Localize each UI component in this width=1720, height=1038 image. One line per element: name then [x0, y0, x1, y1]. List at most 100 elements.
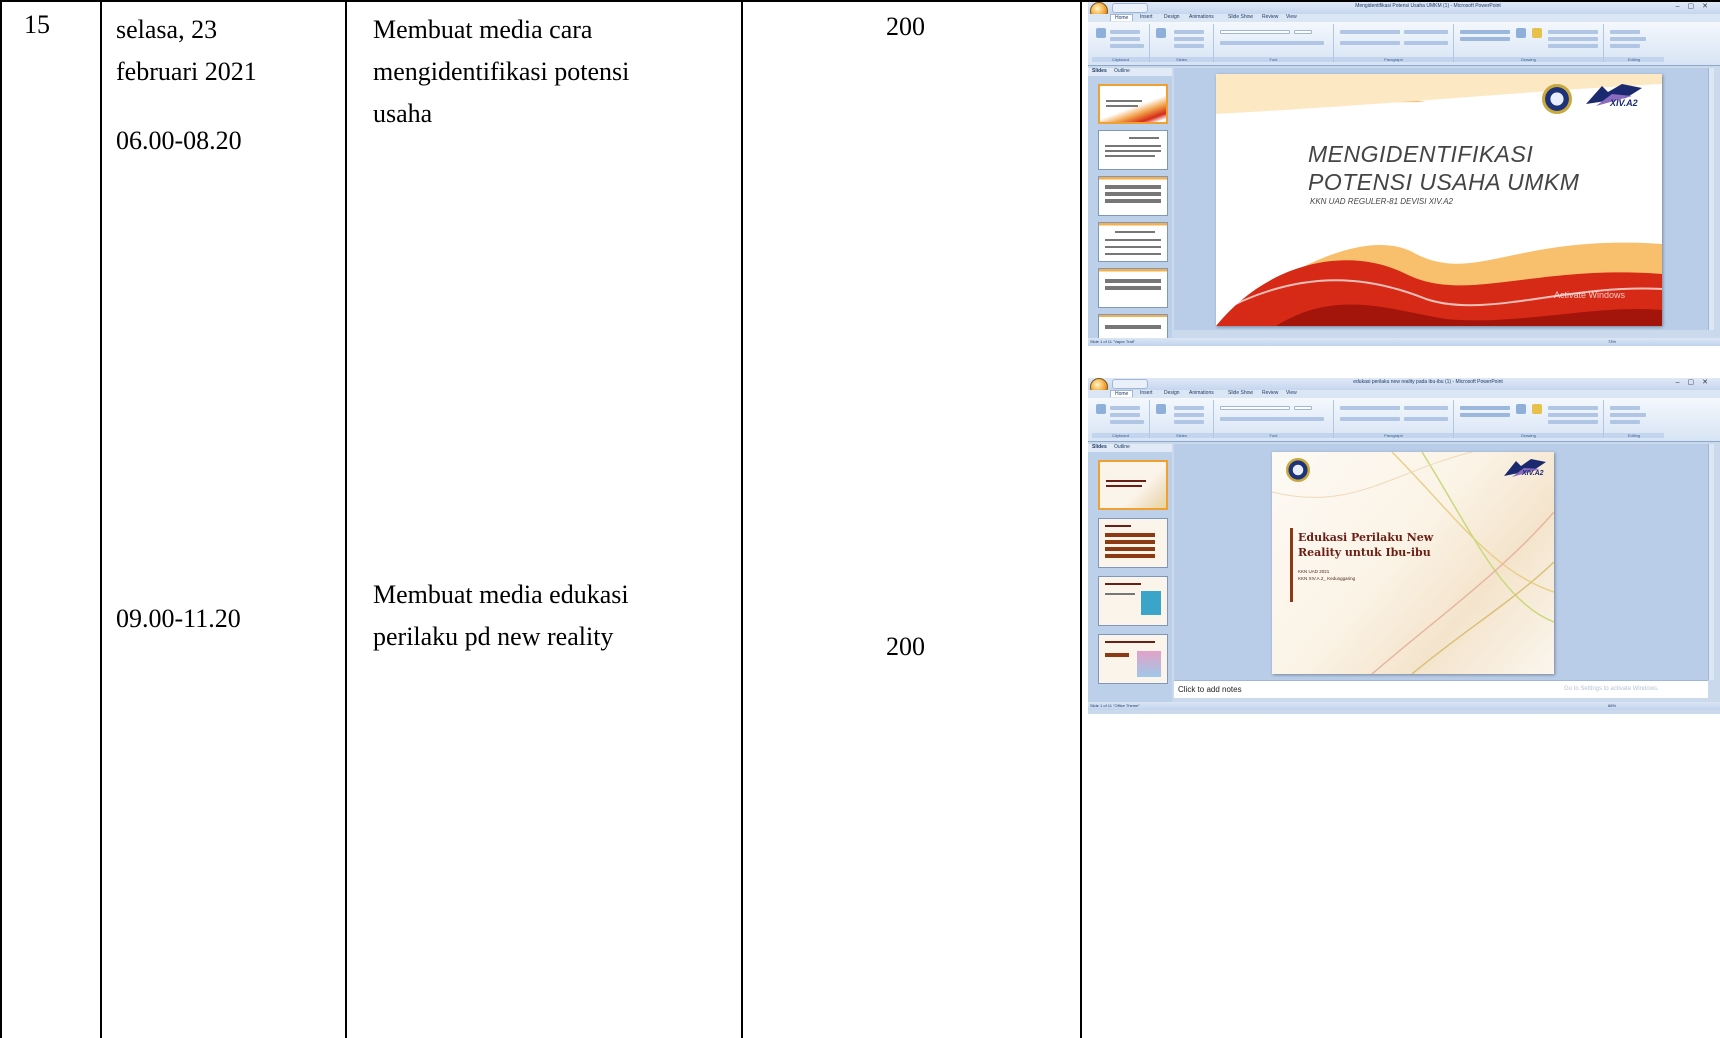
tab-design[interactable]: Design [1164, 390, 1180, 396]
font-name-box[interactable] [1220, 406, 1290, 410]
thumbnail-4[interactable] [1098, 634, 1168, 684]
tab-insert[interactable]: Insert [1140, 390, 1153, 396]
shapes-gallery[interactable] [1460, 30, 1510, 34]
new-slide-icon[interactable] [1156, 28, 1166, 38]
font-format-buttons[interactable] [1220, 41, 1324, 45]
vertical-scrollbar[interactable] [1708, 444, 1714, 680]
select-button[interactable] [1610, 44, 1640, 48]
delete-button[interactable] [1174, 420, 1204, 424]
status-bar: Slide 1 of 11 "Vapor Trail" 73% [1088, 338, 1720, 346]
smartart-button[interactable] [1404, 417, 1448, 421]
group-label: Slides [1150, 433, 1213, 438]
format-painter-button[interactable] [1110, 420, 1144, 424]
vertical-scrollbar[interactable] [1708, 68, 1714, 330]
tab-slides[interactable]: Slides [1092, 68, 1107, 74]
format-painter-button[interactable] [1110, 44, 1144, 48]
tab-design[interactable]: Design [1164, 14, 1180, 20]
window-controls[interactable]: –▢✕ [1676, 378, 1716, 386]
find-button[interactable] [1610, 406, 1640, 410]
thumbnail-3[interactable] [1098, 176, 1168, 216]
tab-animations[interactable]: Animations [1189, 14, 1214, 20]
align-buttons[interactable] [1340, 417, 1400, 421]
arrange-icon[interactable] [1516, 404, 1526, 414]
shape-effects-button[interactable] [1548, 44, 1598, 48]
font-format-buttons[interactable] [1220, 417, 1324, 421]
find-button[interactable] [1610, 30, 1640, 34]
layout-button[interactable] [1174, 30, 1204, 34]
text-direction-button[interactable] [1404, 30, 1448, 34]
tab-view[interactable]: View [1286, 14, 1297, 20]
shape-outline-button[interactable] [1548, 37, 1598, 41]
tab-review[interactable]: Review [1262, 390, 1278, 396]
reset-button[interactable] [1174, 413, 1204, 417]
delete-button[interactable] [1174, 44, 1204, 48]
font-size-box[interactable] [1294, 30, 1312, 34]
thumbnail-1[interactable] [1098, 460, 1168, 510]
shape-fill-button[interactable] [1548, 30, 1598, 34]
select-button[interactable] [1610, 420, 1640, 424]
thumbnail-3[interactable] [1098, 576, 1168, 626]
cut-button[interactable] [1110, 30, 1140, 34]
copy-button[interactable] [1110, 413, 1140, 417]
replace-button[interactable] [1610, 37, 1646, 41]
reset-button[interactable] [1174, 37, 1204, 41]
quick-styles-icon[interactable] [1532, 28, 1542, 38]
powerpoint-screenshot-2: edukasi perilaku new reality pada ibu-ib… [1088, 378, 1720, 714]
col-divider-4 [1080, 0, 1082, 1038]
thumb-line [1105, 540, 1155, 544]
tab-home[interactable]: Home [1110, 390, 1134, 397]
tab-view[interactable]: View [1286, 390, 1297, 396]
cut-button[interactable] [1110, 406, 1140, 410]
paste-icon[interactable] [1096, 404, 1106, 414]
thumbnail-1[interactable] [1098, 84, 1168, 124]
tab-slides[interactable]: Slides [1092, 444, 1107, 450]
slides-outline-tabs: Slides Outline [1088, 68, 1172, 76]
quick-access-toolbar[interactable] [1112, 379, 1148, 389]
day-date-year: februari 2021 [116, 57, 257, 86]
font-size-box[interactable] [1294, 406, 1312, 410]
text-direction-button[interactable] [1404, 406, 1448, 410]
tab-animations[interactable]: Animations [1189, 390, 1214, 396]
group-paragraph: Paragraph [1334, 400, 1454, 438]
tab-slide-show[interactable]: Slide Show [1228, 14, 1253, 20]
tab-home[interactable]: Home [1110, 14, 1134, 21]
slide-canvas-1[interactable]: MENGIDENTIFIKASI POTENSI USAHA UMKM KKN … [1216, 74, 1662, 326]
paste-icon[interactable] [1096, 28, 1106, 38]
thumbnail-2[interactable] [1098, 130, 1168, 170]
layout-button[interactable] [1174, 406, 1204, 410]
thumbnail-5[interactable] [1098, 268, 1168, 308]
thumbnail-2[interactable] [1098, 518, 1168, 568]
shape-effects-button[interactable] [1548, 420, 1598, 424]
arrange-icon[interactable] [1516, 28, 1526, 38]
list-buttons[interactable] [1340, 406, 1400, 410]
align-buttons[interactable] [1340, 41, 1400, 45]
new-slide-icon[interactable] [1156, 404, 1166, 414]
copy-button[interactable] [1110, 37, 1140, 41]
font-name-box[interactable] [1220, 30, 1290, 34]
shapes-gallery[interactable] [1460, 406, 1510, 410]
shape-fill-button[interactable] [1548, 406, 1598, 410]
replace-button[interactable] [1610, 413, 1646, 417]
smartart-button[interactable] [1404, 41, 1448, 45]
shapes-gallery-row-2[interactable] [1460, 413, 1510, 417]
list-buttons[interactable] [1340, 30, 1400, 34]
tab-outline[interactable]: Outline [1114, 68, 1130, 74]
tab-slide-show[interactable]: Slide Show [1228, 390, 1253, 396]
tab-review[interactable]: Review [1262, 14, 1278, 20]
zoom-level[interactable]: 73% [1608, 339, 1616, 344]
window-controls[interactable]: –▢✕ [1676, 2, 1716, 10]
quick-access-toolbar[interactable] [1112, 3, 1148, 13]
shapes-gallery-row-2[interactable] [1460, 37, 1510, 41]
tab-outline[interactable]: Outline [1114, 444, 1130, 450]
shape-outline-button[interactable] [1548, 413, 1598, 417]
notes-pane[interactable]: Click to add notes Go to Settings to act… [1174, 680, 1708, 698]
thumb-line [1105, 199, 1161, 203]
uad-seal-logo [1286, 458, 1310, 482]
status-text: Slide 1 of 11 "Vapor Trail" [1090, 339, 1135, 344]
tab-insert[interactable]: Insert [1140, 14, 1153, 20]
zoom-level[interactable]: 68% [1608, 703, 1616, 708]
slide-canvas-2[interactable]: XIV.A2 Edukasi Perilaku New Reality untu… [1272, 452, 1554, 674]
quick-styles-icon[interactable] [1532, 404, 1542, 414]
thumb-line [1105, 253, 1161, 255]
thumbnail-4[interactable] [1098, 222, 1168, 262]
